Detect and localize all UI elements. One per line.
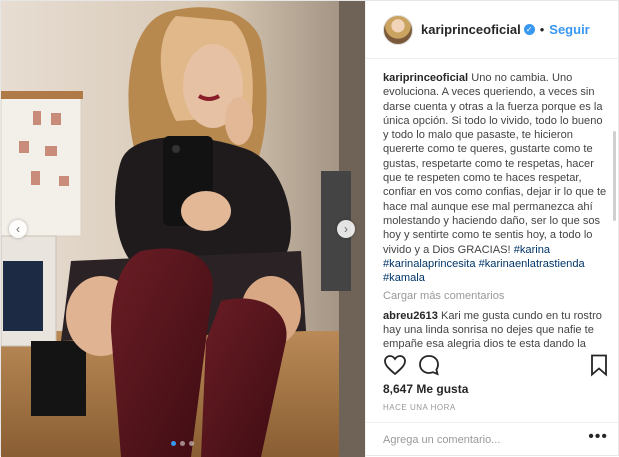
comments-list[interactable]: kariprinceoficial Uno no cambia. Uno evo… — [383, 71, 611, 349]
caption-username[interactable]: kariprinceoficial — [383, 72, 468, 84]
caption-text: Uno no cambia. Uno evoluciona. A veces q… — [383, 72, 607, 256]
carousel-prev-button[interactable]: ‹ — [9, 220, 27, 238]
chevron-right-icon: › — [344, 222, 348, 236]
post-photo[interactable]: ‹ › — [1, 1, 365, 457]
comments-scrollbar[interactable] — [613, 131, 616, 221]
bookmark-icon[interactable] — [587, 353, 611, 377]
post-timestamp: HACE UNA HORA — [383, 403, 456, 412]
carousel-dot — [189, 441, 194, 446]
carousel-next-button[interactable]: › — [337, 220, 355, 238]
post-header: kariprinceoficial ✓ • Seguir — [366, 1, 619, 59]
caption: kariprinceoficial Uno no cambia. Uno evo… — [383, 71, 611, 285]
carousel-indicator — [171, 441, 194, 446]
verified-badge-icon: ✓ — [523, 24, 535, 35]
comment: abreu2613 Kari me gusta cundo en tu rost… — [383, 309, 611, 349]
follow-button[interactable]: Seguir — [549, 22, 589, 37]
instagram-post: ‹ › kariprinceoficial ✓ • Seguir karipri… — [0, 0, 619, 457]
more-options-icon[interactable]: ••• — [588, 428, 608, 446]
carousel-dot — [180, 441, 185, 446]
comment-input[interactable]: Agrega un comentario... — [366, 422, 619, 457]
post-panel: kariprinceoficial ✓ • Seguir kariprinceo… — [365, 1, 619, 457]
chevron-left-icon: ‹ — [16, 222, 20, 236]
likes-count[interactable]: 8,647 Me gusta — [383, 382, 468, 396]
avatar[interactable] — [383, 14, 413, 45]
carousel-dot — [171, 441, 176, 446]
load-more-comments[interactable]: Cargar más comentarios — [383, 289, 611, 303]
action-bar — [383, 353, 611, 377]
comment-username[interactable]: abreu2613 — [383, 310, 438, 322]
photo-illustration — [1, 1, 365, 457]
comment-icon[interactable] — [417, 353, 441, 377]
heart-icon[interactable] — [383, 353, 407, 377]
header-separator: • — [539, 22, 545, 37]
author-username[interactable]: kariprinceoficial — [421, 22, 521, 37]
